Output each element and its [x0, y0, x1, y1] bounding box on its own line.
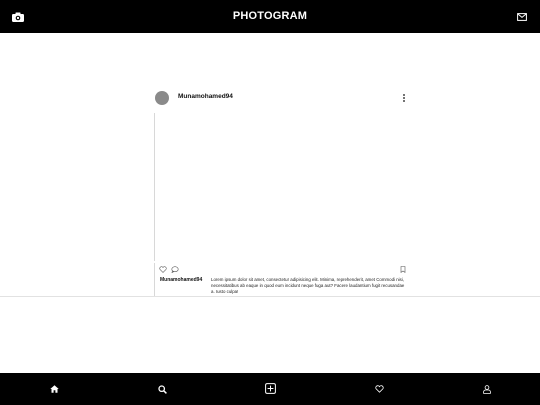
avatar[interactable] [155, 91, 169, 105]
more-vertical-icon[interactable] [399, 93, 409, 103]
caption-username[interactable]: Munamohamed94 [160, 277, 202, 283]
bottom-nav [0, 373, 540, 405]
feed[interactable]: Munamohamed94 Munamohamed94 Lorem ipsum … [0, 33, 540, 297]
bookmark-icon[interactable] [397, 263, 409, 275]
post-image[interactable] [154, 113, 409, 261]
post-username[interactable]: Munamohamed94 [178, 93, 233, 100]
post-header: Munamohamed94 [154, 86, 410, 110]
add-icon[interactable] [264, 382, 277, 395]
app-title: PHOTOGRAM [232, 10, 308, 22]
post-card: Munamohamed94 Munamohamed94 Lorem ipsum … [154, 86, 410, 296]
activity-heart-icon[interactable] [373, 383, 385, 395]
caption-text: Lorem ipsum dolor sit amet, consectetur … [211, 277, 405, 294]
profile-icon[interactable] [481, 383, 493, 395]
post-caption: Munamohamed94 Lorem ipsum dolor sit amet… [154, 275, 411, 296]
top-bar: PHOTOGRAM [0, 0, 540, 33]
post-actions [154, 263, 411, 275]
home-icon[interactable] [48, 383, 60, 395]
search-icon[interactable] [156, 383, 168, 395]
comment-icon[interactable] [169, 263, 181, 275]
heart-icon[interactable] [157, 263, 169, 275]
mail-icon[interactable] [513, 9, 531, 24]
